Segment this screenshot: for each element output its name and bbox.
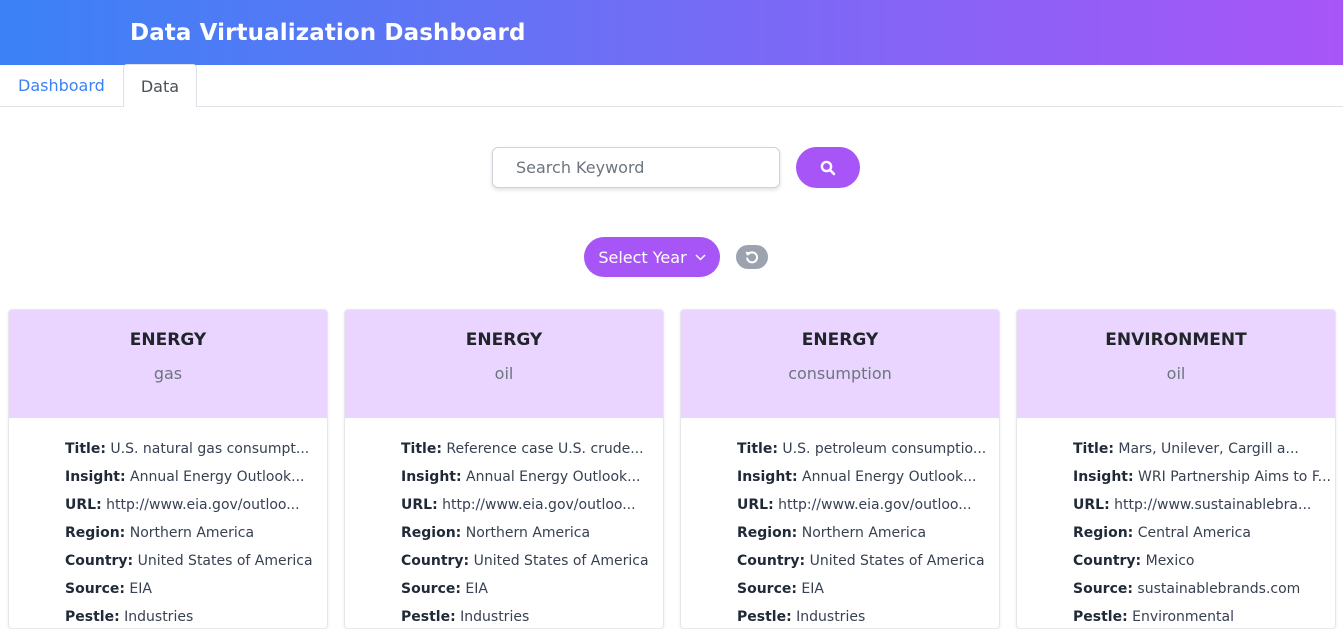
card-field-url: URL: http://www.eia.gov/outloo... <box>737 497 972 513</box>
card-header: ENVIRONMENT oil <box>1017 310 1335 418</box>
card-sector: ENVIRONMENT <box>1105 330 1247 350</box>
card-field-country: Country: United States of America <box>737 553 985 569</box>
card-field-insight: Insight: Annual Energy Outlook... <box>401 469 641 485</box>
card-field-title: Title: U.S. petroleum consumptio... <box>737 441 987 457</box>
tab-dashboard[interactable]: Dashboard <box>0 64 123 106</box>
card-field-pestle: Pestle: Environmental <box>1073 609 1235 625</box>
search-bar <box>492 147 860 188</box>
reset-icon <box>745 251 759 264</box>
card-field-region: Region: Northern America <box>65 525 255 541</box>
card-field-insight: Insight: Annual Energy Outlook... <box>737 469 977 485</box>
card-field-source: Source: EIA <box>65 581 152 597</box>
card-header: ENERGY gas <box>9 310 327 418</box>
data-card: ENVIRONMENT oil Title: Mars, Unilever, C… <box>1016 309 1336 629</box>
card-sector: ENERGY <box>465 330 543 350</box>
card-field-country: Country: United States of America <box>401 553 649 569</box>
card-field-url: URL: http://www.eia.gov/outloo... <box>401 497 636 513</box>
page-title: Data Virtualization Dashboard <box>130 19 526 46</box>
card-topic: gas <box>153 364 183 383</box>
card-field-source: Source: EIA <box>737 581 824 597</box>
card-field-region: Region: Northern America <box>737 525 927 541</box>
card-body: Title: Reference case U.S. crude... Insi… <box>345 418 663 628</box>
chevron-down-icon <box>695 253 706 261</box>
app-header: Data Virtualization Dashboard <box>0 0 1343 65</box>
card-sector: ENERGY <box>801 330 879 350</box>
card-field-title: Title: U.S. natural gas consumpt... <box>65 441 310 457</box>
data-card: ENERGY gas Title: U.S. natural gas consu… <box>8 309 328 629</box>
card-header: ENERGY oil <box>345 310 663 418</box>
card-body: Title: Mars, Unilever, Cargill a... Insi… <box>1017 418 1335 628</box>
card-field-url: URL: http://www.eia.gov/outloo... <box>65 497 300 513</box>
card-field-source: Source: sustainablebrands.com <box>1073 581 1301 597</box>
card-field-insight: Insight: WRI Partnership Aims to F... <box>1073 469 1331 485</box>
card-field-country: Country: United States of America <box>65 553 313 569</box>
year-filter: Select Year <box>584 237 768 277</box>
card-field-title: Title: Mars, Unilever, Cargill a... <box>1073 441 1299 457</box>
card-field-url: URL: http://www.sustainablebra... <box>1073 497 1312 513</box>
data-card: ENERGY oil Title: Reference case U.S. cr… <box>344 309 664 629</box>
card-field-insight: Insight: Annual Energy Outlook... <box>65 469 305 485</box>
select-year-dropdown[interactable]: Select Year <box>584 237 720 277</box>
card-body: Title: U.S. petroleum consumptio... Insi… <box>681 418 999 628</box>
search-icon <box>820 160 836 175</box>
card-grid: ENERGY gas Title: U.S. natural gas consu… <box>8 309 1336 629</box>
card-field-region: Region: Central America <box>1073 525 1251 541</box>
data-card: ENERGY consumption Title: U.S. petroleum… <box>680 309 1000 629</box>
tab-bar: Dashboard Data <box>0 64 1343 107</box>
card-topic: oil <box>494 364 514 383</box>
search-button[interactable] <box>796 147 860 188</box>
search-input[interactable] <box>492 147 780 188</box>
card-header: ENERGY consumption <box>681 310 999 418</box>
card-body: Title: U.S. natural gas consumpt... Insi… <box>9 418 327 628</box>
card-field-title: Title: Reference case U.S. crude... <box>401 441 644 457</box>
card-field-source: Source: EIA <box>401 581 488 597</box>
card-topic: oil <box>1166 364 1186 383</box>
card-field-region: Region: Northern America <box>401 525 591 541</box>
card-field-pestle: Pestle: Industries <box>401 609 530 625</box>
card-field-pestle: Pestle: Industries <box>65 609 194 625</box>
tab-data[interactable]: Data <box>122 64 198 107</box>
reset-button[interactable] <box>736 245 768 269</box>
card-field-country: Country: Mexico <box>1073 553 1195 569</box>
card-topic: consumption <box>788 364 892 383</box>
card-field-pestle: Pestle: Industries <box>737 609 866 625</box>
card-sector: ENERGY <box>129 330 207 350</box>
select-year-label: Select Year <box>598 247 687 267</box>
